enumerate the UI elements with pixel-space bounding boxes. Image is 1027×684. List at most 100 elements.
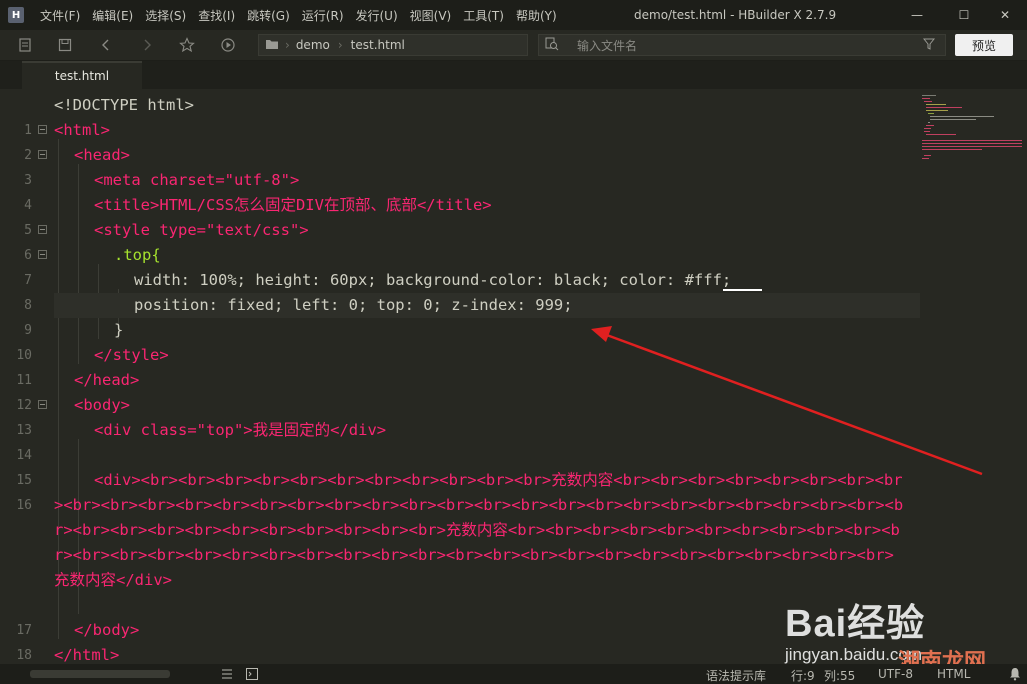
- search-file-icon: [545, 37, 559, 54]
- minimap-line: [928, 113, 934, 114]
- preview-button[interactable]: 预览: [955, 34, 1013, 56]
- code-text: </body>: [74, 621, 140, 639]
- line-number: 16: [16, 498, 32, 513]
- code-line: 18 </body>: [0, 618, 920, 663]
- code-line: 17: [0, 593, 920, 638]
- code-line: 2 <html>: [0, 118, 920, 163]
- encoding[interactable]: UTF-8: [878, 667, 913, 681]
- code-text: </style>: [94, 346, 169, 364]
- filter-icon[interactable]: [922, 38, 936, 53]
- title-bar: H 文件(F) 编辑(E) 选择(S) 查找(I) 跳转(G) 运行(R) 发行…: [0, 0, 1027, 30]
- blurred-info: [30, 670, 170, 678]
- minimap-line: [922, 140, 1022, 141]
- code-line: 5 <title>HTML/CSS怎么固定DIV在顶部、底部</title>: [0, 193, 920, 238]
- menu-edit[interactable]: 编辑(E): [86, 7, 139, 24]
- minimap-line: [922, 143, 1022, 144]
- fold-icon[interactable]: [38, 400, 47, 409]
- menu-help[interactable]: 帮助(Y): [510, 7, 563, 24]
- watermark-brand: Bai经验: [785, 603, 926, 645]
- color-underline: [723, 289, 762, 291]
- fold-icon[interactable]: [38, 125, 47, 134]
- menu-find[interactable]: 查找(I): [192, 7, 241, 24]
- menu-view[interactable]: 视图(V): [404, 7, 458, 24]
- code-text: <div><br><br><br><br><br><br><br><br><br…: [54, 471, 904, 589]
- cursor-line: 行:9: [791, 669, 815, 683]
- code-line: 11 </style>: [0, 343, 920, 388]
- code-line: 4 <meta charset="utf-8">: [0, 168, 920, 213]
- menu-tools[interactable]: 工具(T): [457, 7, 510, 24]
- minimap-line: [924, 101, 932, 102]
- code-text: <body>: [74, 396, 130, 414]
- terminal-icon[interactable]: [246, 668, 258, 683]
- minimap-line: [930, 116, 994, 117]
- minimap-line: [926, 110, 948, 111]
- search-input[interactable]: 输入文件名: [577, 37, 637, 54]
- code-text: position: fixed; left: 0; top: 0; z-inde…: [134, 296, 573, 314]
- new-file-icon[interactable]: [16, 36, 34, 54]
- code-line: 15: [0, 443, 920, 488]
- close-button[interactable]: ✕: [983, 0, 1027, 30]
- star-icon[interactable]: [178, 36, 196, 54]
- code-text: </head>: [74, 371, 140, 389]
- save-icon[interactable]: [56, 36, 74, 54]
- code-line: 9 position: fixed; left: 0; top: 0; z-in…: [0, 293, 920, 338]
- window-title: demo/test.html - HBuilder X 2.7.9: [634, 8, 837, 22]
- code-text: }: [114, 321, 124, 339]
- fold-icon[interactable]: [38, 250, 47, 259]
- menu-run[interactable]: 运行(R): [296, 7, 350, 24]
- minimap-line: [926, 125, 934, 126]
- minimap-line: [922, 158, 929, 159]
- fold-icon[interactable]: [38, 150, 47, 159]
- code-text: width: 100%; height: 60px; background-co…: [134, 271, 732, 289]
- syntax-hint[interactable]: 语法提示库: [706, 667, 766, 684]
- breadcrumb-file[interactable]: test.html: [351, 38, 405, 52]
- app-logo-icon: H: [8, 7, 24, 23]
- minimize-button[interactable]: —: [895, 0, 939, 30]
- cursor-col: 列:55: [824, 669, 856, 683]
- code-line: 14 <div class="top">我是固定的</div>: [0, 418, 920, 463]
- minimap-line: [928, 122, 930, 123]
- minimap-line: [926, 134, 956, 135]
- run-icon[interactable]: [219, 36, 237, 54]
- back-icon[interactable]: [97, 36, 115, 54]
- code-line: 3 <head>: [0, 143, 920, 188]
- code-text: .top{: [114, 246, 161, 264]
- minimap-line: [922, 98, 930, 99]
- code-line: 7 .top{: [0, 243, 920, 288]
- status-bar: 语法提示库 行:9 列:55 UTF-8 HTML: [0, 664, 1027, 684]
- code-line: 1 <!DOCTYPE html>: [0, 93, 920, 138]
- folder-icon: [265, 38, 279, 53]
- menu-select[interactable]: 选择(S): [139, 7, 192, 24]
- breadcrumb[interactable]: › demo › test.html: [258, 34, 528, 56]
- code-line: 12 </head>: [0, 368, 920, 413]
- bell-icon[interactable]: [1009, 667, 1021, 684]
- menu-file[interactable]: 文件(F): [34, 7, 86, 24]
- breadcrumb-separator: ›: [337, 38, 343, 52]
- minimap-line: [926, 107, 962, 108]
- code-line: 6 <style type="text/css">: [0, 218, 920, 263]
- code-editor[interactable]: 1 <!DOCTYPE html> 2 <html> 3 <head> 4 <m…: [0, 89, 920, 664]
- minimap-line: [924, 128, 931, 129]
- breadcrumb-demo[interactable]: demo: [296, 38, 330, 52]
- code-text: <meta charset="utf-8">: [94, 171, 300, 189]
- code-text: </html>: [54, 646, 120, 664]
- menu-bar: 文件(F) 编辑(E) 选择(S) 查找(I) 跳转(G) 运行(R) 发行(U…: [34, 7, 563, 24]
- code-line: 16 <div><br><br><br><br><br><br><br><br>…: [0, 468, 920, 589]
- forward-icon[interactable]: [138, 36, 156, 54]
- menu-goto[interactable]: 跳转(G): [241, 7, 296, 24]
- minimap-line: [922, 146, 1022, 147]
- language-mode[interactable]: HTML: [937, 667, 970, 681]
- list-icon[interactable]: [221, 668, 233, 683]
- maximize-button[interactable]: ☐: [942, 0, 986, 30]
- tab-test-html[interactable]: test.html: [22, 61, 142, 89]
- menu-publish[interactable]: 发行(U): [350, 7, 404, 24]
- file-search[interactable]: 输入文件名: [538, 34, 946, 56]
- minimap[interactable]: [920, 89, 1027, 664]
- code-line: 13 <body>: [0, 393, 920, 438]
- minimap-line: [924, 131, 930, 132]
- code-line: 19 </html>: [0, 643, 920, 664]
- code-text: <html>: [54, 121, 110, 139]
- code-text: <style type="text/css">: [94, 221, 309, 239]
- fold-icon[interactable]: [38, 225, 47, 234]
- tab-bar: test.html: [0, 61, 1027, 89]
